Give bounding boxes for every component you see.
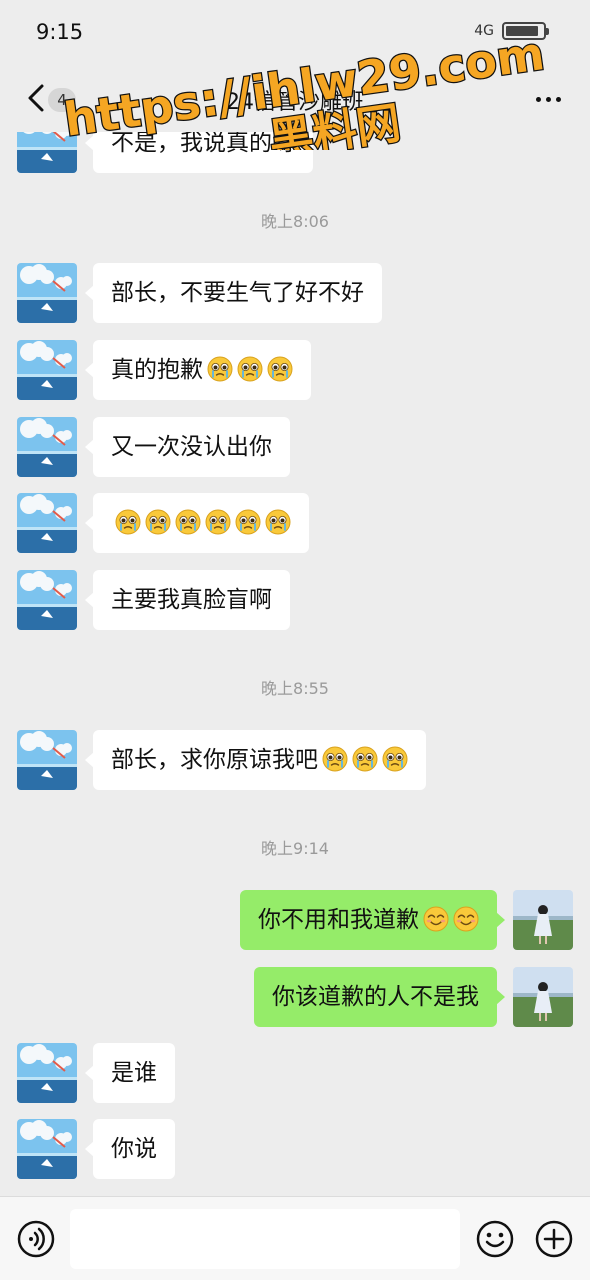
message-text: 你不用和我道歉 bbox=[258, 907, 419, 933]
voice-input-button[interactable] bbox=[16, 1219, 56, 1259]
message-row-received: 你说 bbox=[0, 1119, 590, 1179]
status-bar: 9:15 4G bbox=[0, 0, 590, 66]
avatar-image bbox=[17, 730, 77, 790]
message-bubble[interactable]: 主要我真脸盲啊 bbox=[85, 570, 290, 630]
contact-avatar[interactable] bbox=[17, 730, 77, 790]
message-text: 你该道歉的人不是我 bbox=[272, 984, 479, 1010]
message-list[interactable]: 不是，我说真的呀晚上8:06 部长，不要生气了好不好 真的抱歉又一次没认出你 主要我真… bbox=[0, 132, 590, 1196]
message-bubble[interactable]: 你不用和我道歉 bbox=[240, 890, 505, 950]
timestamp: 晚上8:55 bbox=[261, 679, 329, 698]
message-bubble[interactable]: 又一次没认出你 bbox=[85, 417, 290, 477]
pleading-face-icon bbox=[382, 746, 408, 772]
contact-avatar[interactable] bbox=[17, 263, 77, 323]
avatar-image bbox=[17, 493, 77, 553]
pleading-face-icon bbox=[175, 509, 201, 535]
message-text: 你说 bbox=[111, 1136, 157, 1162]
avatar-image bbox=[17, 1043, 77, 1103]
message-row-received: 主要我真脸盲啊 bbox=[0, 570, 590, 630]
message-row-received: 又一次没认出你 bbox=[0, 417, 590, 477]
my-avatar[interactable] bbox=[513, 890, 573, 950]
contact-avatar[interactable] bbox=[17, 340, 77, 400]
message-bubble[interactable]: 你该道歉的人不是我 bbox=[254, 967, 505, 1027]
network-indicator: 4G bbox=[474, 23, 494, 39]
message-row-sent: 你不用和我道歉 bbox=[0, 890, 590, 950]
timestamp: 晚上9:14 bbox=[261, 839, 329, 858]
avatar-image bbox=[17, 132, 77, 173]
avatar-image bbox=[17, 340, 77, 400]
smiley-icon bbox=[476, 1220, 514, 1258]
message-row-received bbox=[0, 493, 590, 553]
more-functions-button[interactable] bbox=[534, 1219, 574, 1259]
pleading-face-icon bbox=[352, 746, 378, 772]
pleading-face-icon bbox=[115, 509, 141, 535]
chat-title: 24信管沙雕班 bbox=[226, 90, 364, 115]
pleading-face-icon bbox=[322, 746, 348, 772]
message-text: 是谁 bbox=[111, 1060, 157, 1086]
pleading-face-icon bbox=[265, 509, 291, 535]
message-text: 不是，我说真的呀 bbox=[111, 132, 295, 156]
battery-icon bbox=[502, 22, 549, 40]
avatar-image bbox=[17, 1119, 77, 1179]
plus-circle-icon bbox=[535, 1220, 573, 1258]
avatar-image bbox=[17, 263, 77, 323]
pleading-face-icon bbox=[237, 356, 263, 382]
input-bar bbox=[0, 1196, 590, 1280]
smiling-face-icon bbox=[423, 906, 449, 932]
message-row-received: 是谁 bbox=[0, 1043, 590, 1103]
pleading-face-icon bbox=[267, 356, 293, 382]
pleading-face-icon bbox=[205, 509, 231, 535]
message-bubble[interactable] bbox=[85, 493, 309, 553]
message-bubble[interactable]: 部长，不要生气了好不好 bbox=[85, 263, 382, 323]
message-row-received: 真的抱歉 bbox=[0, 340, 590, 400]
message-bubble[interactable]: 不是，我说真的呀 bbox=[85, 132, 313, 173]
pleading-face-icon bbox=[207, 356, 233, 382]
smiling-face-icon bbox=[453, 906, 479, 932]
contact-avatar[interactable] bbox=[17, 493, 77, 553]
avatar-image bbox=[513, 890, 573, 950]
message-bubble[interactable]: 真的抱歉 bbox=[85, 340, 311, 400]
contact-avatar[interactable] bbox=[17, 417, 77, 477]
status-time: 9:15 bbox=[36, 20, 84, 44]
message-text: 主要我真脸盲啊 bbox=[111, 587, 272, 613]
contact-avatar[interactable] bbox=[17, 1119, 77, 1179]
timestamp: 晚上8:06 bbox=[261, 212, 329, 231]
message-row-sent: 你该道歉的人不是我 bbox=[0, 967, 590, 1027]
pleading-face-icon bbox=[145, 509, 171, 535]
message-row-received: 不是，我说真的呀 bbox=[0, 132, 590, 173]
contact-avatar[interactable] bbox=[17, 132, 77, 173]
message-row-received: 部长，不要生气了好不好 bbox=[0, 263, 590, 323]
my-avatar[interactable] bbox=[513, 967, 573, 1027]
pleading-face-icon bbox=[235, 509, 261, 535]
message-text: 真的抱歉 bbox=[111, 357, 203, 383]
message-text: 又一次没认出你 bbox=[111, 434, 272, 460]
chat-header: 4 24信管沙雕班 bbox=[0, 66, 590, 132]
contact-avatar[interactable] bbox=[17, 570, 77, 630]
message-text: 部长，求你原谅我吧 bbox=[111, 747, 318, 773]
message-bubble[interactable]: 你说 bbox=[85, 1119, 175, 1179]
voice-icon bbox=[17, 1220, 55, 1258]
avatar-image bbox=[17, 570, 77, 630]
message-row-received: 部长，求你原谅我吧 bbox=[0, 730, 590, 790]
avatar-image bbox=[17, 417, 77, 477]
message-text: 部长，不要生气了好不好 bbox=[111, 280, 364, 306]
status-icons: 4G bbox=[474, 20, 549, 42]
contact-avatar[interactable] bbox=[17, 1043, 77, 1103]
avatar-image bbox=[513, 967, 573, 1027]
emoji-button[interactable] bbox=[475, 1219, 515, 1259]
message-bubble[interactable]: 是谁 bbox=[85, 1043, 175, 1103]
message-input[interactable] bbox=[70, 1209, 460, 1269]
more-options-button[interactable] bbox=[530, 84, 566, 114]
message-bubble[interactable]: 部长，求你原谅我吧 bbox=[85, 730, 426, 790]
